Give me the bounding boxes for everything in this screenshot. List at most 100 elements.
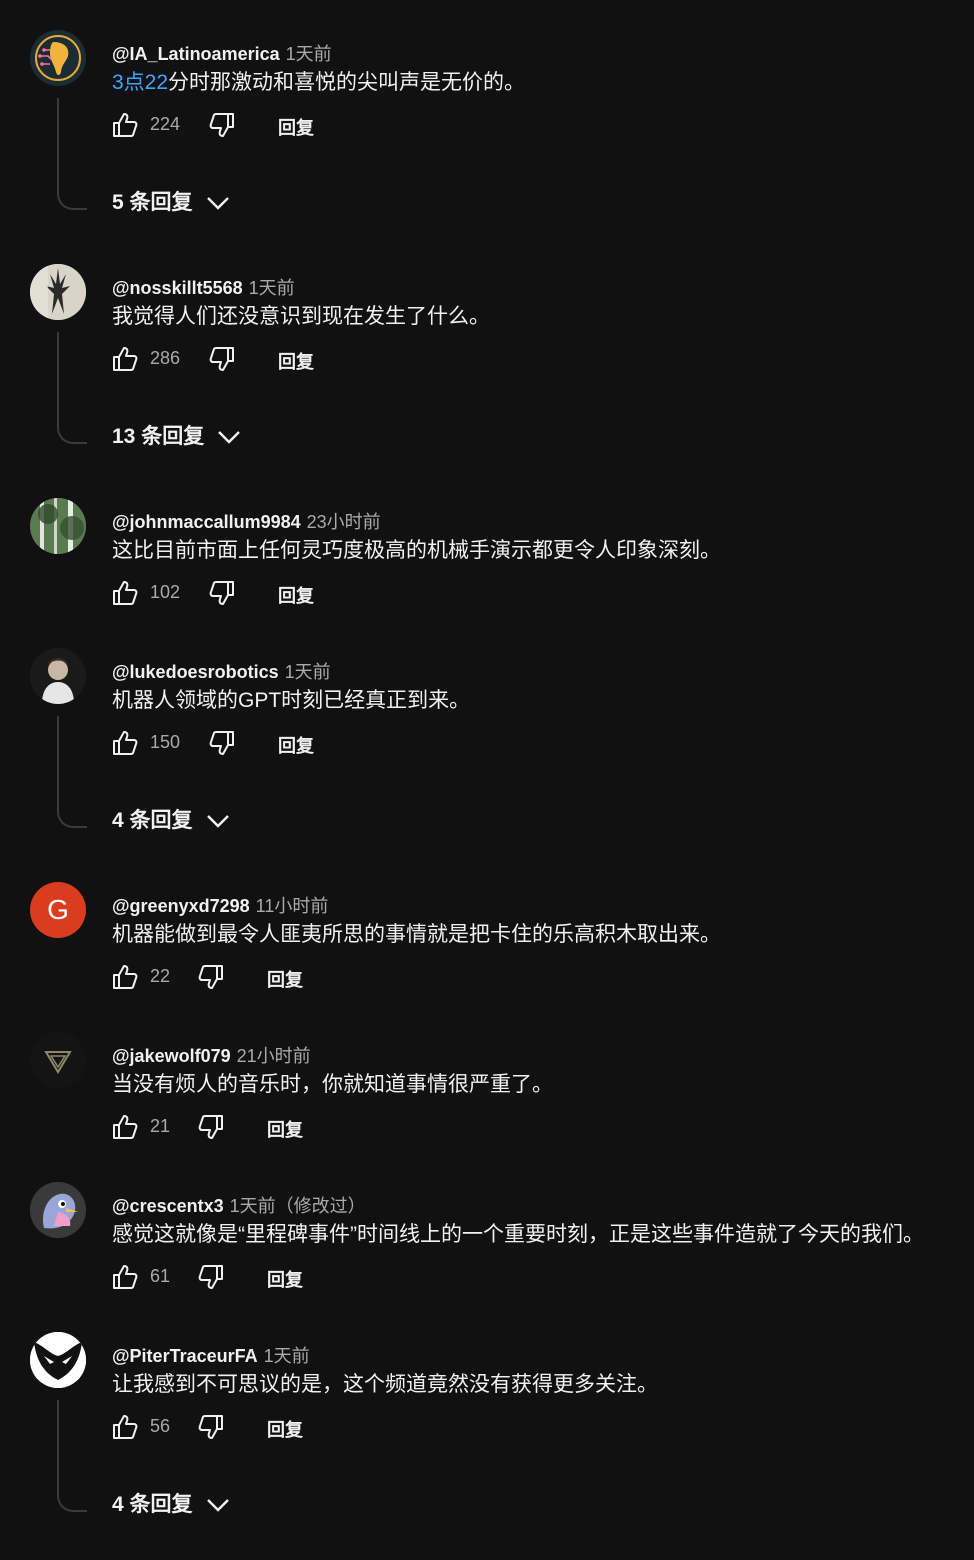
author-name[interactable]: @IA_Latinoamerica (112, 44, 280, 64)
thread-line (57, 332, 87, 444)
thumbs-down-icon[interactable] (196, 1412, 226, 1442)
comment-actions: 22 回复 (110, 962, 470, 992)
reply-button[interactable]: 回复 (278, 348, 314, 374)
like-count: 61 (150, 1266, 171, 1286)
comment-time: 1天前 (263, 1346, 310, 1366)
comment-thread: @nosskillt5568 1天前 我觉得人们还没意识到现在发生了什么。 286… (0, 264, 974, 448)
avatar[interactable] (30, 1182, 86, 1238)
thumbs-up-icon[interactable] (110, 578, 140, 608)
comment-author[interactable]: @crescentx3 1天前（修改过） (112, 1192, 366, 1218)
thumbs-down-icon[interactable] (196, 1262, 226, 1292)
comment-thread: @crescentx3 1天前（修改过） 感觉这就像是“里程碑事件”时间线上的一个… (0, 1182, 974, 1290)
chevron-down-icon (206, 815, 229, 829)
author-name[interactable]: @nosskillt5568 (112, 278, 243, 298)
latam-logo-avatar-icon (30, 30, 86, 86)
thumbs-up-icon[interactable] (110, 1112, 140, 1142)
comment-author[interactable]: @nosskillt5568 1天前 (112, 274, 295, 300)
reply-button[interactable]: 回复 (267, 966, 303, 992)
thumbs-up-icon[interactable] (110, 728, 140, 758)
avatar[interactable] (30, 30, 86, 86)
author-name[interactable]: @greenyxd7298 (112, 896, 250, 916)
view-replies-button[interactable]: 5 条回复 (112, 186, 231, 216)
thumbs-up-icon[interactable] (110, 1412, 140, 1442)
triangle-logo-avatar-icon (30, 1032, 86, 1088)
comment-time: 23小时前 (306, 512, 381, 532)
comment-actions: 21 回复 (110, 1112, 470, 1142)
comment-time: 1天前 (285, 44, 332, 64)
replies-label: 4 条回复 (112, 1493, 193, 1516)
avatar[interactable]: G (30, 882, 86, 938)
reply-button[interactable]: 回复 (278, 732, 314, 758)
like-count: 150 (150, 732, 181, 752)
thumbs-up-icon[interactable] (110, 962, 140, 992)
comment-thread: @jakewolf079 21小时前 当没有烦人的音乐时，你就知道事情很严重了。 … (0, 1032, 974, 1140)
reply-button[interactable]: 回复 (267, 1266, 303, 1292)
reply-button[interactable]: 回复 (267, 1416, 303, 1442)
chevron-down-icon (206, 1499, 229, 1513)
robot-photo-avatar-icon (30, 264, 86, 320)
chevron-down-icon (218, 431, 241, 445)
comment-actions: 56 回复 (110, 1412, 470, 1442)
like-count: 286 (150, 348, 181, 368)
thumbs-up-icon[interactable] (110, 1262, 140, 1292)
comment-text: 3点22分时那激动和喜悦的尖叫声是无价的。 (112, 66, 525, 96)
view-replies-button[interactable]: 13 条回复 (112, 420, 242, 450)
comment-actions: 150 回复 (110, 728, 470, 758)
thumbs-down-icon[interactable] (207, 728, 237, 758)
avatar[interactable] (30, 648, 86, 704)
like-count: 224 (150, 114, 181, 134)
avatar[interactable] (30, 264, 86, 320)
view-replies-button[interactable]: 4 条回复 (112, 1488, 231, 1518)
thread-line (57, 1400, 87, 1512)
avatar[interactable] (30, 498, 86, 554)
comment-author[interactable]: @johnmaccallum9984 23小时前 (112, 508, 381, 534)
thumbs-up-icon[interactable] (110, 110, 140, 140)
author-name[interactable]: @PiterTraceurFA (112, 1346, 258, 1366)
chevron-down-icon (206, 197, 229, 211)
comment-time: 1天前 (284, 662, 331, 682)
comment-body: 感觉这就像是“里程碑事件”时间线上的一个重要时刻，正是这些事件造就了今天的我们。 (112, 1223, 924, 1246)
replies-label: 4 条回复 (112, 809, 193, 832)
avatar[interactable] (30, 1032, 86, 1088)
author-name[interactable]: @crescentx3 (112, 1196, 224, 1216)
thumbs-down-icon[interactable] (196, 962, 226, 992)
reply-button[interactable]: 回复 (267, 1116, 303, 1142)
comment-actions: 102 回复 (110, 578, 470, 608)
author-name[interactable]: @jakewolf079 (112, 1046, 231, 1066)
reply-button[interactable]: 回复 (278, 582, 314, 608)
replies-label: 13 条回复 (112, 425, 205, 448)
thumbs-down-icon[interactable] (207, 110, 237, 140)
like-count: 22 (150, 966, 171, 986)
thread-line (57, 98, 87, 210)
thumbs-down-icon[interactable] (196, 1112, 226, 1142)
comment-time: 21小时前 (236, 1046, 311, 1066)
comment-author[interactable]: @IA_Latinoamerica 1天前 (112, 40, 332, 66)
like-count: 102 (150, 582, 181, 602)
comment-actions: 61 回复 (110, 1262, 470, 1292)
timestamp-link[interactable]: 3点22 (112, 71, 168, 94)
author-name[interactable]: @johnmaccallum9984 (112, 512, 301, 532)
comment-author[interactable]: @greenyxd7298 11小时前 (112, 892, 328, 918)
comment-body: 让我感到不可思议的是，这个频道竟然没有获得更多关注。 (112, 1373, 658, 1396)
comment-actions: 286 回复 (110, 344, 470, 374)
comment-time: 11小时前 (255, 896, 329, 916)
comment-author[interactable]: @jakewolf079 21小时前 (112, 1042, 311, 1068)
comment-time: 1天前 (248, 278, 295, 298)
reply-button[interactable]: 回复 (278, 114, 314, 140)
comment-body: 机器人领域的GPT时刻已经真正到来。 (112, 689, 471, 712)
forest-photo-avatar-icon (30, 498, 86, 554)
view-replies-button[interactable]: 4 条回复 (112, 804, 231, 834)
author-name[interactable]: @lukedoesrobotics (112, 662, 279, 682)
comment-thread: @johnmaccallum9984 23小时前 这比目前市面上任何灵巧度极高的机… (0, 498, 974, 606)
thumbs-down-icon[interactable] (207, 344, 237, 374)
like-count: 21 (150, 1116, 171, 1136)
avatar[interactable] (30, 1332, 86, 1388)
thumbs-up-icon[interactable] (110, 344, 140, 374)
comment-author[interactable]: @lukedoesrobotics 1天前 (112, 658, 331, 684)
comment-body: 当没有烦人的音乐时，你就知道事情很严重了。 (112, 1073, 553, 1096)
comment-author[interactable]: @PiterTraceurFA 1天前 (112, 1342, 310, 1368)
comment-thread: @lukedoesrobotics 1天前 机器人领域的GPT时刻已经真正到来。 … (0, 648, 974, 832)
comment-body: 机器能做到最令人匪夷所思的事情就是把卡住的乐高积木取出来。 (112, 923, 721, 946)
thumbs-down-icon[interactable] (207, 578, 237, 608)
avatar-letter: G (47, 894, 69, 925)
